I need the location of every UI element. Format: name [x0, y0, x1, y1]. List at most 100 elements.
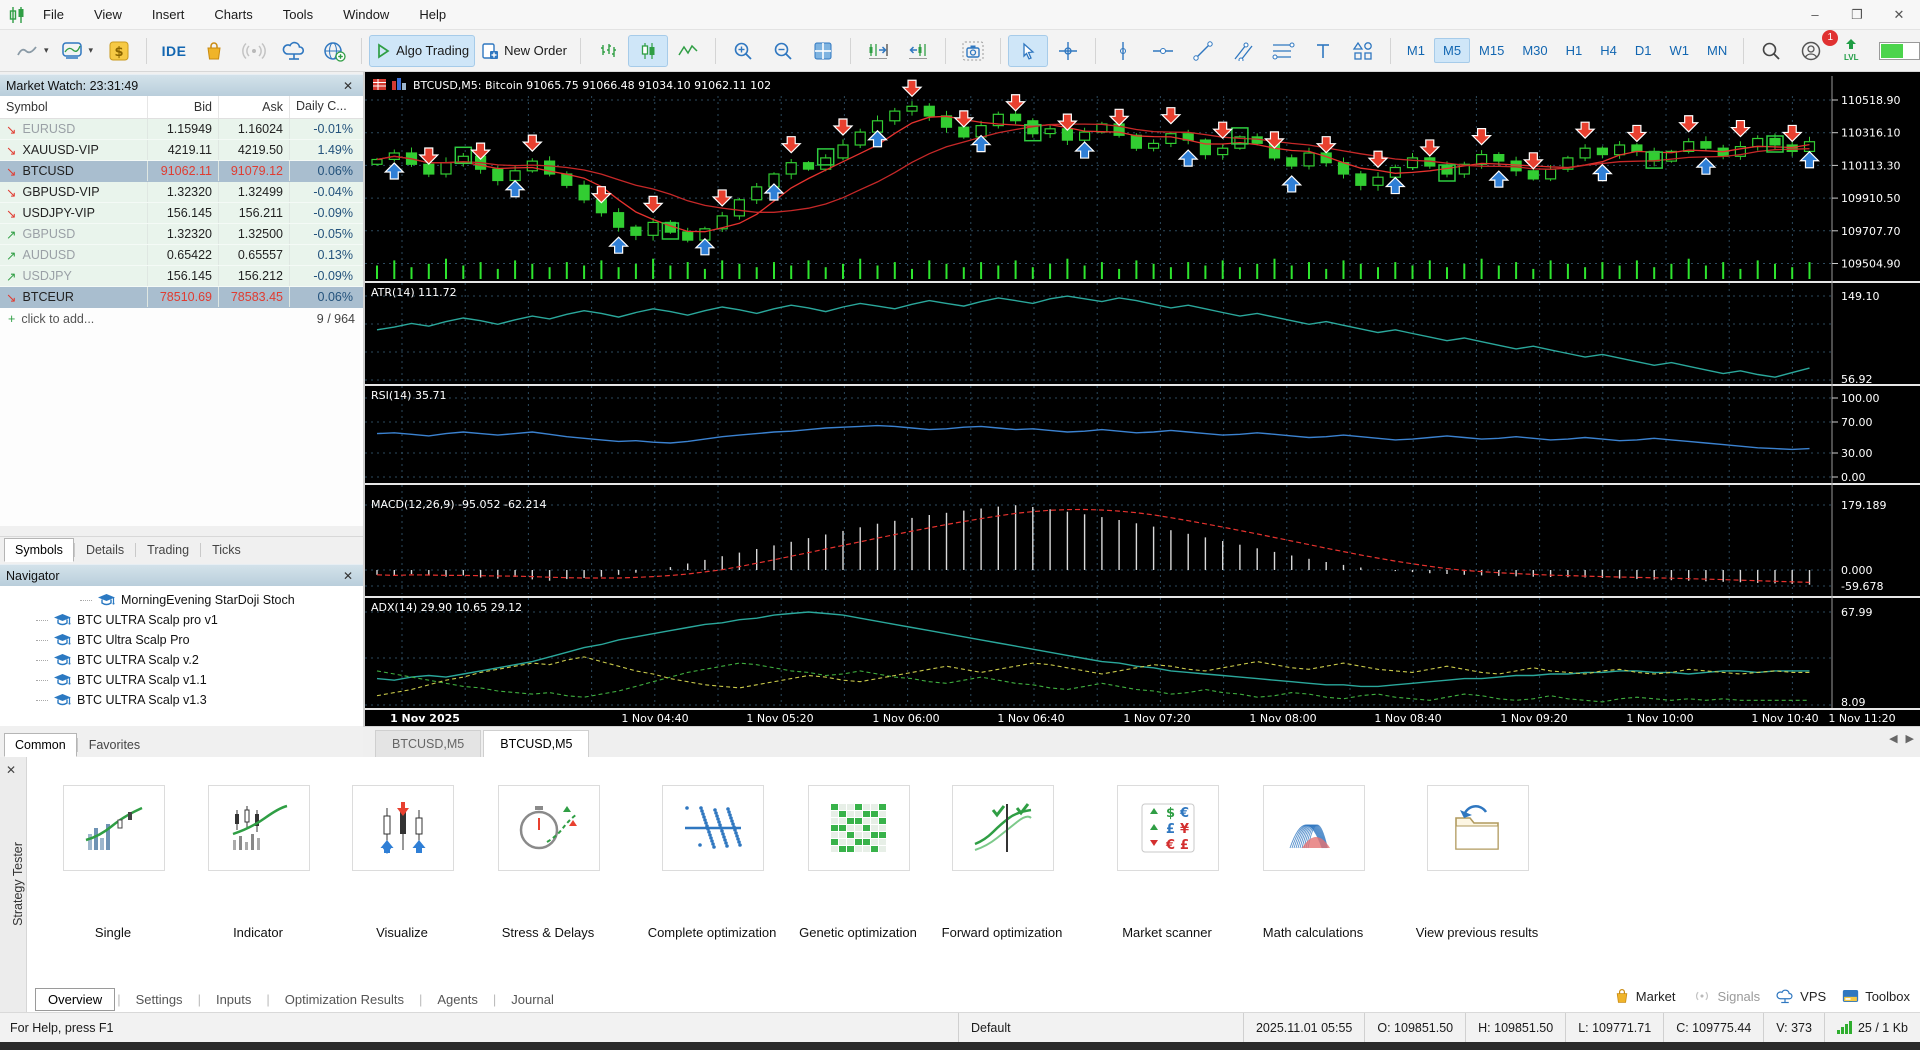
candles-mode-button[interactable] — [627, 34, 668, 67]
maximize-button[interactable]: ❐ — [1836, 0, 1878, 29]
shift-end-button[interactable] — [858, 35, 898, 67]
timeframe-h4[interactable]: H4 — [1591, 38, 1626, 63]
cursor-tool-button[interactable] — [1007, 34, 1048, 67]
timeframe-mn[interactable]: MN — [1698, 38, 1736, 63]
notifications-button[interactable]: 1 — [1791, 29, 1839, 67]
tab-ticks[interactable]: Ticks — [201, 538, 252, 562]
timeframe-m1[interactable]: M1 — [1398, 38, 1434, 63]
chart-tab[interactable]: BTCUSD,M5 — [483, 730, 590, 757]
market-button[interactable]: Market — [1614, 988, 1676, 1004]
signals-button[interactable]: Signals — [1692, 989, 1760, 1004]
tab-inputs[interactable]: Inputs — [203, 988, 264, 1011]
menu-insert[interactable]: Insert — [137, 7, 200, 22]
timeframe-m30[interactable]: M30 — [1513, 38, 1556, 63]
tester-tile-stress-delays[interactable] — [498, 785, 600, 871]
tester-tile-single[interactable] — [63, 785, 165, 871]
timeframe-m5[interactable]: M5 — [1433, 38, 1471, 63]
signals-button[interactable] — [234, 35, 274, 67]
menu-view[interactable]: View — [79, 7, 137, 22]
channel-tool-button[interactable] — [1223, 35, 1263, 67]
table-row[interactable]: ↗ USDJPY 156.145 156.212 -0.09% — [0, 266, 363, 287]
tab-favorites[interactable]: Favorites — [78, 733, 151, 757]
profile-label[interactable]: Default — [957, 1013, 1243, 1042]
list-item[interactable]: BTC ULTRA Scalp v1.1 — [0, 670, 363, 690]
table-row[interactable]: ↘ EURUSD 1.15949 1.16024 -0.01% — [0, 119, 363, 140]
vline-tool-button[interactable] — [1103, 35, 1143, 67]
vps-button[interactable]: VPS — [1776, 989, 1826, 1004]
tab-overview[interactable]: Overview — [35, 987, 116, 1011]
list-item[interactable]: BTC ULTRA Scalp pro v1 — [0, 610, 363, 630]
chart-tab[interactable]: BTCUSD,M5 — [375, 730, 482, 757]
table-row[interactable]: ↘ BTCEUR 78510.69 78583.45 0.06% — [0, 287, 363, 308]
tester-tile-complete-optimization[interactable] — [662, 785, 764, 871]
table-row[interactable]: ↘ BTCUSD 91062.11 91079.12 0.06% — [0, 161, 363, 182]
table-row[interactable]: ↘ XAUUSD-VIP 4219.11 4219.50 1.49% — [0, 140, 363, 161]
tab-settings[interactable]: Settings — [123, 988, 196, 1011]
chart-area[interactable]: 110518.90 110316.10 110113.30 109910.50 1097… — [365, 72, 1920, 726]
col-bid[interactable]: Bid — [148, 96, 219, 118]
click-to-add-row[interactable]: + click to add... 9 / 964 — [0, 308, 363, 330]
timeframe-w1[interactable]: W1 — [1661, 38, 1699, 63]
table-row[interactable]: ↗ GBPUSD 1.32320 1.32500 -0.05% — [0, 224, 363, 245]
list-item[interactable]: BTC Ultra Scalp Pro — [0, 630, 363, 650]
tester-tile-view-previous-results[interactable] — [1427, 785, 1529, 871]
tab-details[interactable]: Details — [75, 538, 135, 562]
toolbox-button[interactable]: Toolbox — [1842, 989, 1910, 1004]
scroll-left-icon[interactable]: ◀ — [1889, 732, 1897, 745]
community-button[interactable] — [314, 35, 354, 67]
tab-journal[interactable]: Journal — [498, 988, 567, 1011]
menu-window[interactable]: Window — [328, 7, 404, 22]
screenshot-button[interactable] — [953, 35, 993, 67]
search-button[interactable] — [1751, 35, 1791, 67]
bar-chart-mode-button[interactable] — [588, 35, 628, 67]
table-row[interactable]: ↘ USDJPY-VIP 156.145 156.211 -0.09% — [0, 203, 363, 224]
scroll-right-icon[interactable]: ▶ — [1906, 732, 1914, 745]
navigator-close-icon[interactable]: ✕ — [339, 569, 357, 583]
tester-tile-genetic-optimization[interactable] — [808, 785, 910, 871]
menu-charts[interactable]: Charts — [199, 7, 267, 22]
menu-file[interactable]: File — [28, 7, 79, 22]
tester-tile-visualize[interactable] — [352, 785, 454, 871]
timeframe-h1[interactable]: H1 — [1557, 38, 1592, 63]
list-item[interactable]: MorningEvening StarDoji Stoch — [0, 590, 363, 610]
timeframe-d1[interactable]: D1 — [1626, 38, 1661, 63]
fibo-tool-button[interactable] — [1263, 35, 1303, 67]
market-button[interactable] — [194, 35, 234, 67]
tab-agents[interactable]: Agents — [424, 988, 490, 1011]
chart-type-button[interactable]: ▾ — [10, 35, 55, 67]
tester-close-icon[interactable]: ✕ — [6, 763, 16, 777]
algo-trading-button[interactable]: Algo Trading — [369, 34, 476, 67]
zoom-out-button[interactable] — [763, 35, 803, 67]
tester-tile-forward-optimization[interactable] — [952, 785, 1054, 871]
col-daily[interactable]: Daily C... — [290, 96, 361, 118]
timeframe-m15[interactable]: M15 — [1470, 38, 1513, 63]
tab-optimization-results[interactable]: Optimization Results — [272, 988, 417, 1011]
trendline-tool-button[interactable] — [1183, 35, 1223, 67]
menu-help[interactable]: Help — [404, 7, 461, 22]
tile-windows-button[interactable] — [803, 35, 843, 67]
ide-button[interactable]: IDE — [154, 35, 194, 67]
deposit-button[interactable]: $ — [99, 35, 139, 67]
indicators-button[interactable]: ▾ — [55, 35, 100, 67]
table-row[interactable]: ↘ GBPUSD-VIP 1.32320 1.32499 -0.04% — [0, 182, 363, 203]
col-ask[interactable]: Ask — [219, 96, 290, 118]
vps-button[interactable] — [274, 35, 314, 67]
menu-tools[interactable]: Tools — [268, 7, 328, 22]
minimize-button[interactable]: – — [1794, 0, 1836, 29]
window-close-button[interactable]: ✕ — [1878, 0, 1920, 29]
tab-symbols[interactable]: Symbols — [4, 538, 74, 562]
text-tool-button[interactable] — [1303, 35, 1343, 67]
tester-tile-math-calculations[interactable] — [1263, 785, 1365, 871]
tab-common[interactable]: Common — [4, 733, 77, 757]
zoom-in-button[interactable] — [723, 35, 763, 67]
col-symbol[interactable]: Symbol — [0, 96, 148, 118]
table-row[interactable]: ↗ AUDUSD 0.65422 0.65557 0.13% — [0, 245, 363, 266]
list-item[interactable]: BTC ULTRA Scalp v.2 — [0, 650, 363, 670]
tester-tile-indicator[interactable] — [208, 785, 310, 871]
shapes-tool-button[interactable] — [1343, 35, 1383, 67]
crosshair-tool-button[interactable] — [1048, 35, 1088, 67]
line-mode-button[interactable] — [668, 35, 708, 67]
new-order-button[interactable]: New Order — [475, 35, 573, 67]
tab-trading[interactable]: Trading — [136, 538, 200, 562]
market-watch-close-icon[interactable]: ✕ — [339, 79, 357, 93]
